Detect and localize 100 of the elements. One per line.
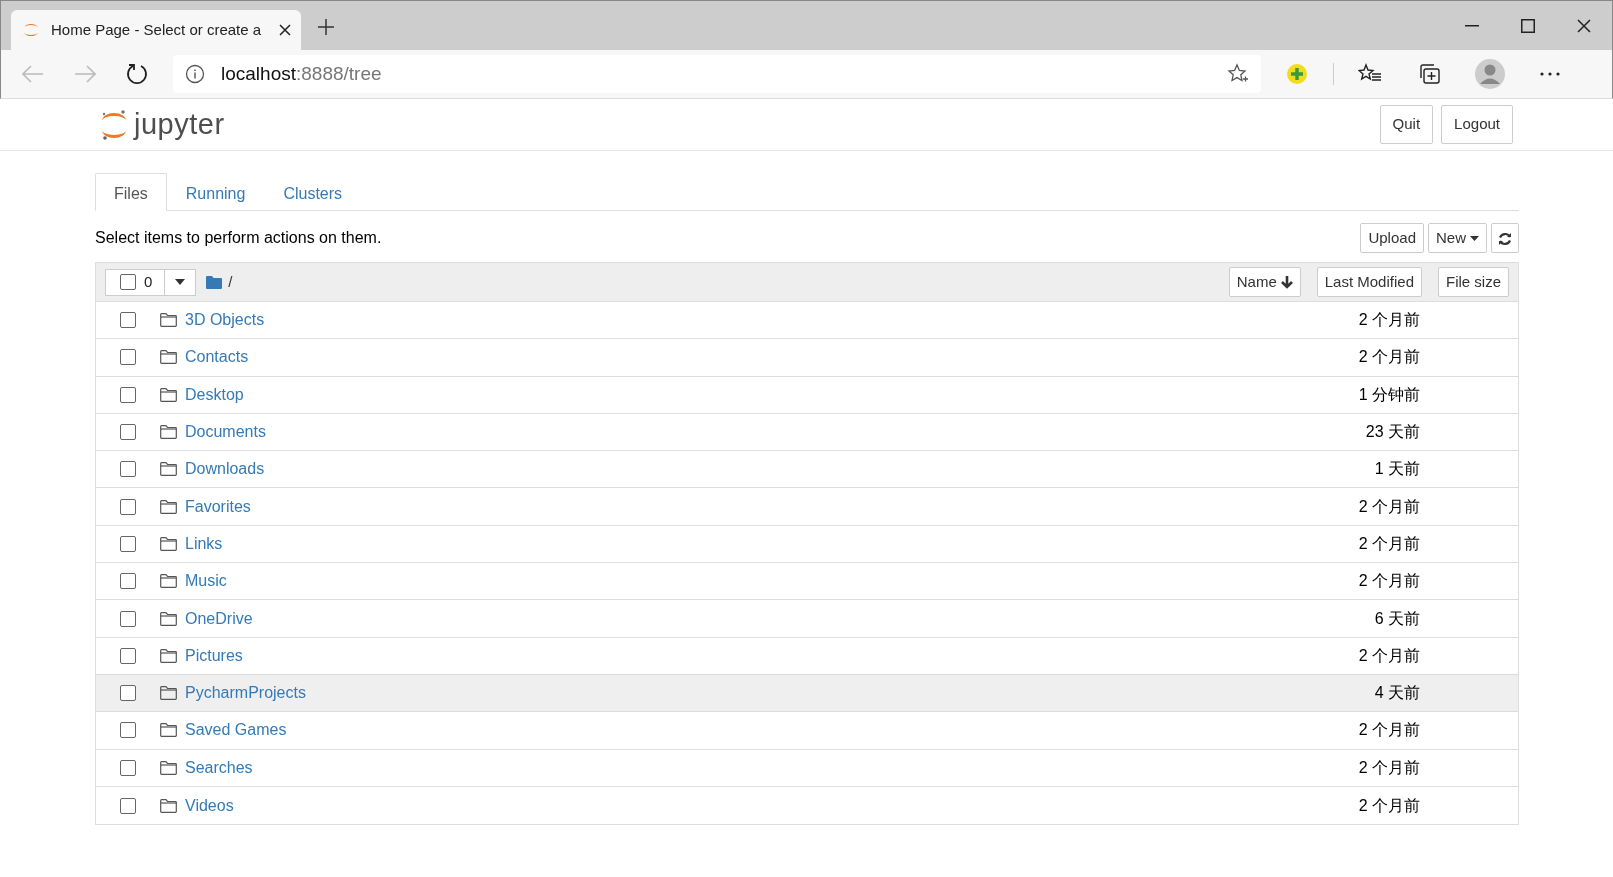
checkbox[interactable]	[120, 722, 136, 739]
folder-link[interactable]: Pictures	[185, 643, 243, 668]
folder-link[interactable]: Documents	[185, 420, 266, 445]
file-row[interactable]: 3D Objects 2 个月前	[96, 302, 1518, 340]
folder-icon	[160, 462, 177, 477]
file-row[interactable]: Contacts 2 个月前	[96, 339, 1518, 377]
nav-tab[interactable]: Files	[95, 173, 167, 211]
folder-link[interactable]: Searches	[185, 755, 253, 780]
modified-time: 2 个月前	[1358, 720, 1420, 741]
browser-tab[interactable]: Home Page - Select or create a	[11, 10, 301, 50]
tab-title: Home Page - Select or create a	[51, 19, 263, 40]
folder-link[interactable]: Videos	[185, 793, 234, 818]
folder-link[interactable]: Music	[185, 569, 227, 594]
folder-link[interactable]: OneDrive	[185, 606, 253, 631]
selected-count: 0	[144, 271, 153, 292]
folder-icon	[160, 611, 177, 626]
modified-time: 2 个月前	[1358, 571, 1420, 592]
refresh-button[interactable]	[1491, 222, 1519, 254]
folder-icon	[160, 648, 177, 663]
modified-time: 2 个月前	[1358, 310, 1420, 331]
checkbox[interactable]	[120, 573, 136, 590]
quit-button[interactable]: Quit	[1379, 105, 1434, 144]
logout-button[interactable]: Logout	[1441, 105, 1513, 144]
modified-time: 2 个月前	[1358, 347, 1420, 368]
sort-button[interactable]: Last Modified	[1316, 266, 1422, 298]
file-row[interactable]: Pictures 2 个月前	[96, 637, 1518, 675]
modified-time: 2 个月前	[1358, 645, 1420, 666]
file-row[interactable]: Documents 23 天前	[96, 413, 1518, 452]
close-icon[interactable]	[279, 24, 291, 36]
file-row[interactable]: Links 2 个月前	[96, 525, 1518, 564]
checkbox[interactable]	[120, 498, 136, 515]
nav-tab[interactable]: Running	[166, 173, 265, 211]
modified-time: 4 天前	[1374, 683, 1420, 704]
folder-icon	[160, 499, 177, 514]
select-all-control[interactable]: 0	[105, 268, 197, 296]
folder-icon	[160, 425, 177, 440]
nav-tab[interactable]: Clusters	[264, 173, 362, 211]
new-dropdown-button[interactable]: New	[1428, 222, 1487, 254]
file-row[interactable]: Saved Games 2 个月前	[96, 712, 1518, 750]
collections-icon[interactable]	[1419, 63, 1441, 85]
folder-icon	[160, 760, 177, 775]
folder-link[interactable]: Desktop	[185, 382, 244, 407]
checkbox[interactable]	[120, 759, 136, 776]
folder-icon[interactable]	[206, 275, 223, 289]
file-row[interactable]: PycharmProjects 4 天前	[96, 674, 1518, 713]
folder-link[interactable]: Contacts	[185, 345, 249, 370]
checkbox[interactable]	[120, 386, 136, 403]
extension-icon[interactable]	[1286, 63, 1308, 85]
address-bar[interactable]: localhost:8888/tree	[173, 55, 1261, 93]
logo-text: jupyter	[134, 106, 225, 142]
close-icon[interactable]	[1577, 18, 1591, 33]
breadcrumb-path[interactable]: /	[228, 270, 233, 294]
checkbox[interactable]	[120, 535, 136, 552]
minimize-icon[interactable]	[1465, 24, 1479, 27]
folder-icon	[160, 313, 177, 328]
star-icon[interactable]	[1227, 63, 1249, 85]
checkbox[interactable]	[120, 349, 136, 366]
more-icon[interactable]	[1540, 72, 1560, 76]
folder-link[interactable]: 3D Objects	[185, 308, 265, 333]
caret-icon[interactable]	[175, 279, 186, 285]
checkbox[interactable]	[120, 797, 136, 814]
checkbox[interactable]	[120, 647, 136, 664]
checkbox[interactable]	[120, 461, 136, 478]
checkbox[interactable]	[120, 312, 136, 329]
file-row[interactable]: Downloads 1 天前	[96, 451, 1518, 489]
folder-link[interactable]: Downloads	[185, 457, 265, 482]
arrow-down-icon	[1280, 275, 1293, 289]
folder-link[interactable]: Favorites	[185, 494, 251, 519]
file-row[interactable]: Desktop 1 分钟前	[96, 376, 1518, 414]
sort-button[interactable]: File size	[1438, 266, 1509, 298]
address-text: localhost:8888/tree	[221, 61, 382, 86]
checkbox[interactable]	[120, 610, 136, 627]
maximize-icon[interactable]	[1521, 18, 1535, 33]
info-icon[interactable]	[185, 64, 205, 84]
folder-icon	[160, 536, 177, 551]
upload-button[interactable]: Upload	[1360, 222, 1424, 254]
checkbox[interactable]	[120, 424, 136, 441]
file-row[interactable]: Favorites 2 个月前	[96, 488, 1518, 526]
folder-link[interactable]: Saved Games	[185, 718, 287, 743]
instruction-text: Select items to perform actions on them.	[95, 228, 382, 248]
file-row[interactable]: Music 2 个月前	[96, 563, 1518, 601]
folder-link[interactable]: PycharmProjects	[185, 681, 306, 706]
checkbox[interactable]	[120, 274, 136, 290]
modified-time: 2 个月前	[1358, 795, 1420, 816]
file-row[interactable]: Videos 2 个月前	[96, 786, 1518, 825]
jupyter-logo-icon	[100, 108, 128, 141]
new-tab-icon[interactable]	[317, 17, 335, 36]
modified-time: 1 天前	[1374, 459, 1420, 480]
folder-link[interactable]: Links	[185, 531, 223, 556]
modified-time: 23 天前	[1365, 422, 1420, 443]
folder-icon	[160, 686, 177, 701]
folder-icon	[160, 723, 177, 738]
modified-time: 2 个月前	[1358, 533, 1420, 554]
sort-button[interactable]: Name	[1228, 266, 1301, 298]
modified-time: 2 个月前	[1358, 496, 1420, 517]
file-row[interactable]: Searches 2 个月前	[96, 749, 1518, 787]
checkbox[interactable]	[120, 685, 136, 702]
reload-icon[interactable]	[126, 63, 148, 85]
file-row[interactable]: OneDrive 6 天前	[96, 600, 1518, 638]
profile-avatar-icon[interactable]	[1475, 59, 1505, 89]
